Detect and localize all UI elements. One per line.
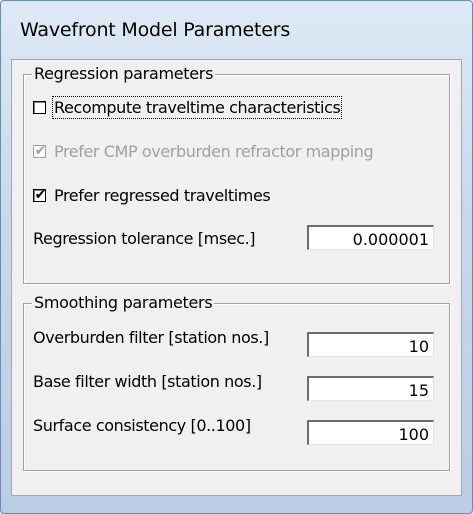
surface-consistency-field[interactable]: 100: [307, 420, 434, 445]
prefer-regressed-checkbox[interactable]: ✔: [33, 186, 47, 202]
prefer-cmp-checkbox-row: ✔ Prefer CMP overburden refractor mappin…: [24, 141, 444, 163]
base-filter-width-label: Base filter width [station nos.]: [33, 372, 262, 391]
surface-consistency-label: Surface consistency [0..100]: [33, 416, 251, 435]
checkmark-icon: ✔: [34, 142, 47, 158]
window-title: Wavefront Model Parameters: [20, 19, 291, 41]
regression-tolerance-field[interactable]: 0.000001: [307, 225, 434, 250]
regression-group-title: Regression parameters: [32, 64, 216, 83]
title-bar[interactable]: Wavefront Model Parameters: [1, 1, 472, 59]
smoothing-parameters-group: Smoothing parameters Overburden filter […: [23, 293, 450, 471]
base-filter-width-field[interactable]: 15: [307, 376, 434, 401]
regression-tolerance-label: Regression tolerance [msec.]: [33, 229, 256, 248]
overburden-filter-field[interactable]: 10: [307, 332, 434, 357]
prefer-regressed-checkbox-row[interactable]: ✔ Prefer regressed traveltimes: [24, 185, 444, 207]
checkmark-icon: ✔: [34, 186, 47, 202]
recompute-label[interactable]: Recompute traveltime characteristics: [51, 96, 343, 119]
regression-parameters-group: Regression parameters Recompute travelti…: [23, 64, 450, 284]
dialog-client-area: Regression parameters Recompute travelti…: [11, 59, 462, 496]
recompute-checkbox-row[interactable]: Recompute traveltime characteristics: [24, 96, 444, 119]
prefer-cmp-label: Prefer CMP overburden refractor mapping: [54, 142, 374, 161]
dialog-window: Wavefront Model Parameters Regression pa…: [0, 0, 473, 514]
overburden-filter-label: Overburden filter [station nos.]: [33, 328, 269, 347]
prefer-cmp-checkbox: ✔: [33, 142, 47, 158]
smoothing-group-title: Smoothing parameters: [32, 293, 215, 312]
prefer-regressed-label[interactable]: Prefer regressed traveltimes: [54, 186, 271, 205]
recompute-checkbox[interactable]: [33, 101, 46, 114]
